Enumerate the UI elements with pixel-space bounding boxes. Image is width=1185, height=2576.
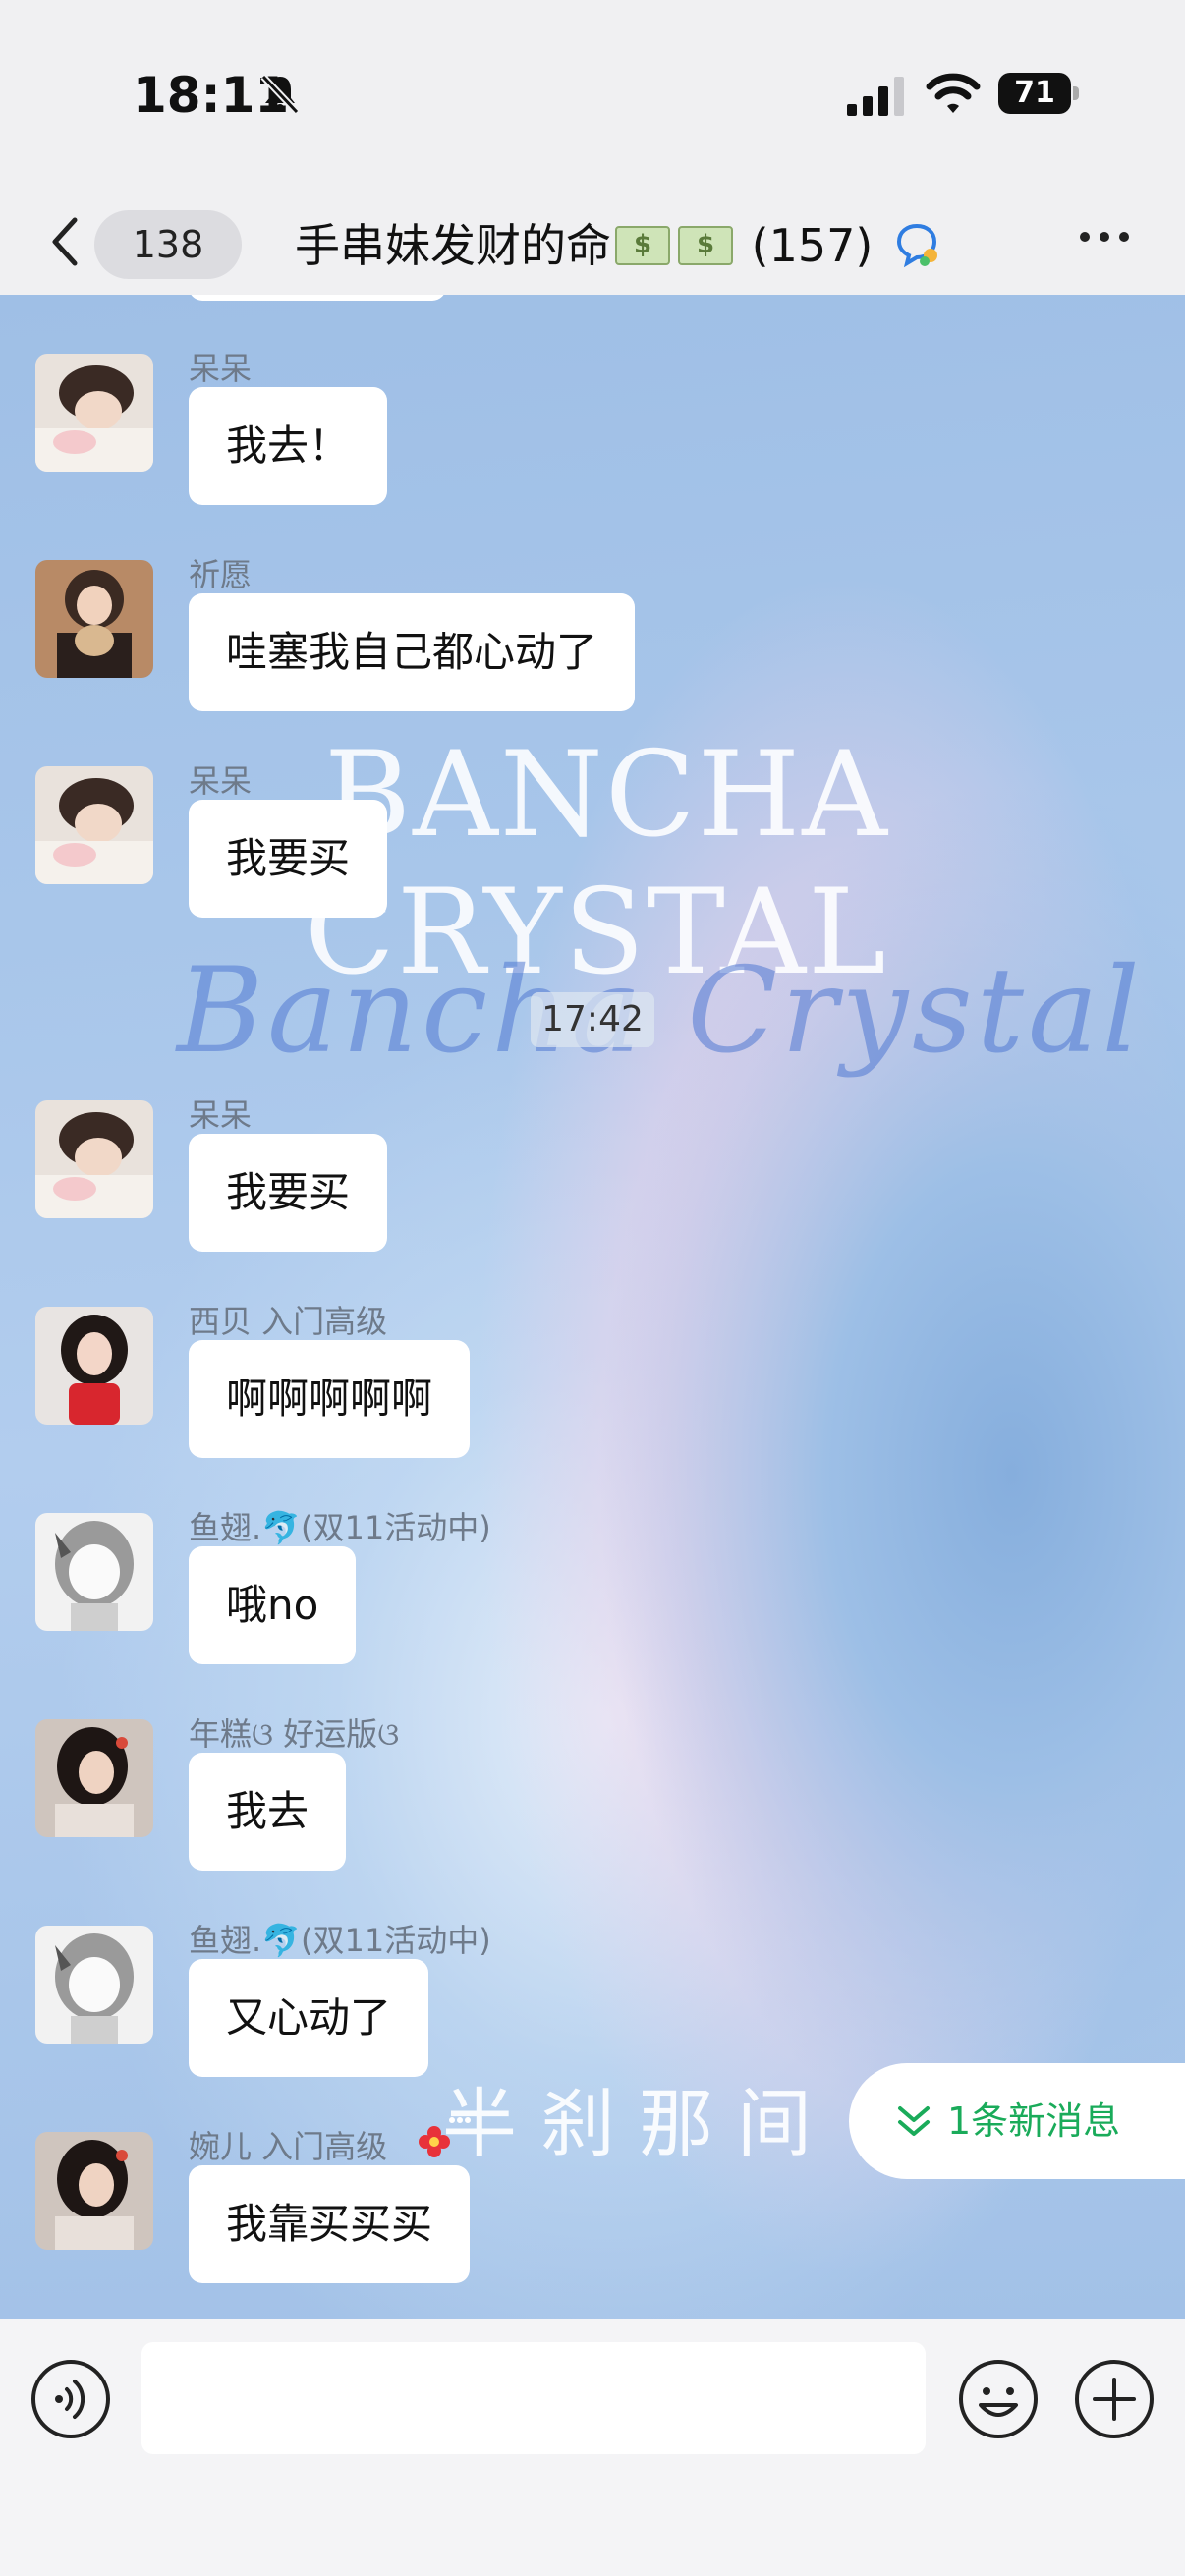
- avatar[interactable]: [35, 2132, 153, 2250]
- sender-name: 鱼翅.🐬(双11活动中): [189, 1509, 491, 1546]
- wallpaper-text-bancha: BANCHA: [324, 727, 889, 864]
- group-chat-icon: [896, 223, 937, 268]
- sender-name: 婉儿 入门高级: [189, 2128, 388, 2165]
- message-bubble[interactable]: 又心动了: [189, 1959, 429, 2077]
- avatar[interactable]: [35, 766, 153, 884]
- unread-count-badge: 138: [94, 210, 242, 279]
- message-bubble[interactable]: 我要买: [189, 800, 388, 918]
- chat-message-list[interactable]: BANCHA CRYSTAL Bancha Crystal 半刹那间 17:42…: [0, 295, 1185, 2319]
- wallpaper-script-text: Bancha Crystal: [177, 943, 1144, 1080]
- avatar[interactable]: [35, 1100, 153, 1218]
- input-bar: [0, 2319, 1185, 2576]
- message-bubble[interactable]: 我去！: [189, 387, 388, 505]
- message-timestamp: 17:42: [531, 992, 654, 1047]
- chat-header: 138 手串妹发财的命 (157): [0, 187, 1185, 295]
- avatar[interactable]: [35, 354, 153, 472]
- battery-percent: 71: [1014, 76, 1055, 110]
- anime-girl-avatar: [35, 1513, 153, 1631]
- group-title[interactable]: 手串妹发财的命 (157): [295, 210, 942, 275]
- girl-dark-hair-avatar: [35, 2132, 153, 2250]
- message-bubble[interactable]: 啊啊啊啊啊: [189, 1340, 471, 1458]
- more-icon[interactable]: [1077, 222, 1132, 252]
- back-button[interactable]: 138: [39, 202, 242, 279]
- back-chevron-icon: [52, 217, 78, 266]
- girl-lying-avatar: [35, 1100, 153, 1218]
- message-bubble[interactable]: 我去: [189, 1753, 347, 1871]
- typing-dots-icon: [449, 2117, 471, 2123]
- message-bubble[interactable]: 哇塞我自己都心动了: [189, 593, 636, 711]
- message-bubble[interactable]: 我靠买买买: [189, 2165, 471, 2283]
- previous-message-bubble: [189, 295, 446, 301]
- message-bubble[interactable]: 我要买: [189, 1134, 388, 1252]
- flower-emoji-icon: [419, 2126, 450, 2157]
- avatar[interactable]: [35, 560, 153, 678]
- sender-name: 年糕ଓ 好运版ଓ: [189, 1715, 400, 1753]
- girl-lying-avatar: [35, 354, 153, 472]
- message-input[interactable]: [141, 2342, 926, 2454]
- money-emoji-icon: [678, 226, 733, 265]
- group-name: 手串妹发财的命: [295, 219, 611, 272]
- bell-slash-icon: [260, 74, 300, 115]
- girl-lying-avatar: [35, 766, 153, 884]
- avatar[interactable]: [35, 1926, 153, 2044]
- girl-dark-hair-avatar: [35, 1719, 153, 1837]
- member-count: (157): [751, 219, 874, 272]
- anime-girl-avatar: [35, 1926, 153, 2044]
- sender-name: 呆呆: [189, 1096, 253, 1134]
- wifi-icon: [926, 73, 981, 113]
- new-message-button[interactable]: 1条新消息: [849, 2063, 1185, 2179]
- new-message-label: 1条新消息: [947, 2100, 1121, 2143]
- girl-holding-cat-avatar: [35, 560, 153, 678]
- double-chevron-down-icon: [898, 2106, 930, 2136]
- avatar[interactable]: [35, 1307, 153, 1425]
- plus-icon[interactable]: [1073, 2358, 1156, 2440]
- avatar[interactable]: [35, 1719, 153, 1837]
- message-bubble[interactable]: 哦no: [189, 1546, 357, 1664]
- avatar[interactable]: [35, 1513, 153, 1631]
- wallpaper-chinese-text: 半刹那间: [442, 2080, 835, 2167]
- cellular-signal-icon: [847, 77, 904, 116]
- emoji-icon[interactable]: [957, 2358, 1040, 2440]
- voice-input-icon[interactable]: [29, 2358, 112, 2440]
- money-emoji-icon: [615, 226, 670, 265]
- battery-icon: 71: [998, 73, 1079, 114]
- sender-name: 祈愿: [189, 556, 253, 593]
- sender-name: 呆呆: [189, 762, 253, 800]
- girl-red-dress-avatar: [35, 1307, 153, 1425]
- status-bar: 18:11 71: [0, 0, 1185, 187]
- sender-name: 鱼翅.🐬(双11活动中): [189, 1922, 491, 1959]
- sender-name: 西贝 入门高级: [189, 1303, 388, 1340]
- sender-name: 呆呆: [189, 350, 253, 387]
